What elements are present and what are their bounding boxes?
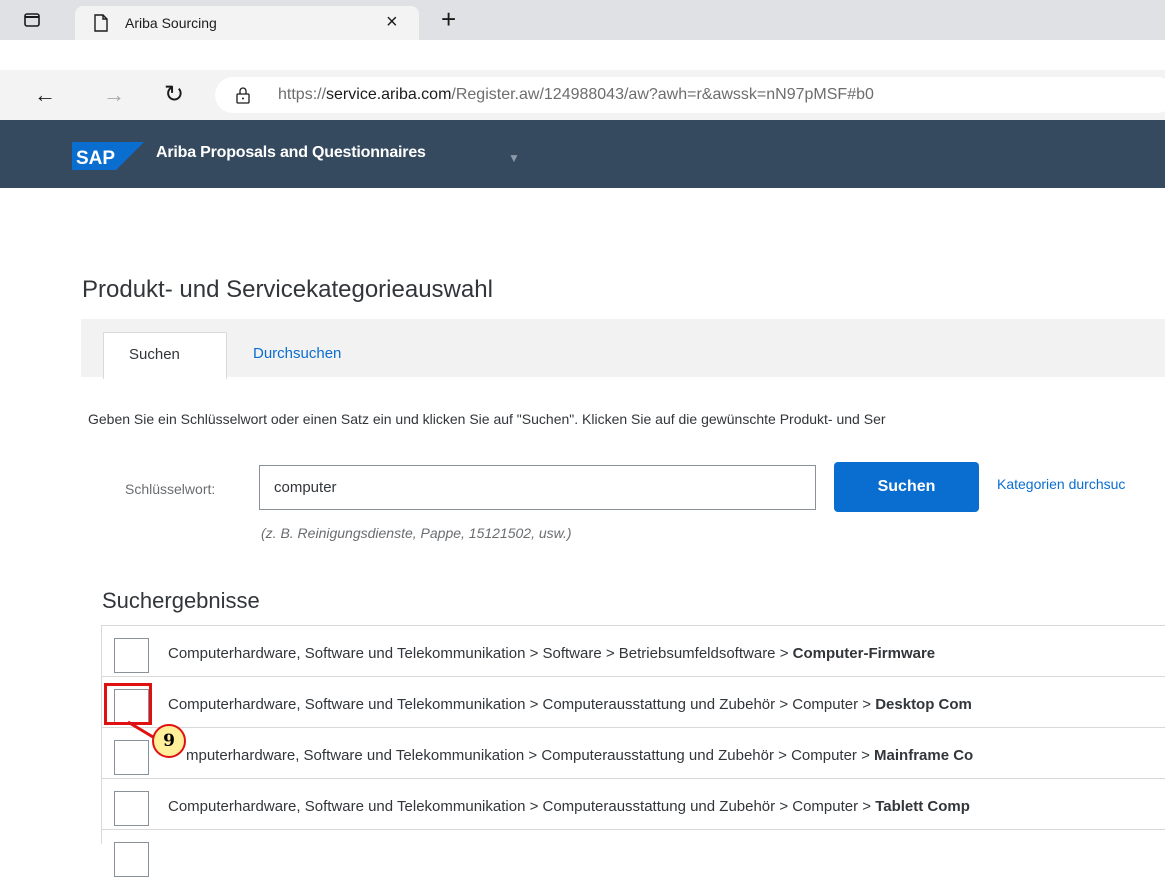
svg-text:SAP: SAP xyxy=(76,148,115,169)
tab-strip: Suchen Durchsuchen xyxy=(81,319,1165,379)
page-title: Produkt- und Servicekategorieauswahl xyxy=(82,276,493,303)
sap-logo: SAP xyxy=(72,142,144,170)
result-row[interactable] xyxy=(102,830,1165,880)
result-checkbox[interactable] xyxy=(114,791,149,826)
search-button[interactable]: Suchen xyxy=(834,462,979,512)
url-field[interactable]: https://service.ariba.com/Register.aw/12… xyxy=(215,77,1165,113)
address-bar: ← → ↻ https://service.ariba.com/Register… xyxy=(0,70,1165,120)
step-number-badge: 9 xyxy=(152,724,186,758)
tab-title: Ariba Sourcing xyxy=(125,15,217,31)
result-row[interactable]: Computerhardware, Software und Telekommu… xyxy=(102,626,1165,677)
url-text: https://service.ariba.com/Register.aw/12… xyxy=(278,86,874,103)
close-tab-icon[interactable]: × xyxy=(386,11,398,33)
results-title: Suchergebnisse xyxy=(102,588,260,613)
lock-icon[interactable] xyxy=(235,86,251,104)
back-arrow-icon[interactable]: ← xyxy=(34,82,56,108)
result-checkbox[interactable] xyxy=(114,740,149,775)
result-checkbox[interactable] xyxy=(114,842,149,877)
result-text: Computerhardware, Software und Telekommu… xyxy=(168,696,972,713)
instructions-text: Geben Sie ein Schlüsselwort oder einen S… xyxy=(88,411,886,427)
tab-search[interactable]: Suchen xyxy=(103,332,227,379)
browse-categories-link[interactable]: Kategorien durchsuc xyxy=(997,476,1125,492)
browser-tab[interactable]: Ariba Sourcing × xyxy=(75,6,419,40)
reload-icon[interactable]: ↻ xyxy=(164,80,184,109)
keyword-hint: (z. B. Reinigungsdienste, Pappe, 1512150… xyxy=(261,525,572,541)
new-tab-button[interactable]: + xyxy=(441,6,456,32)
result-row[interactable]: Computerhardware, Software und Telekommu… xyxy=(102,677,1165,728)
app-header: SAP Ariba Proposals and Questionnaires ▼ xyxy=(0,120,1165,188)
keyword-label: Schlüsselwort: xyxy=(125,481,216,497)
tab-search-label: Suchen xyxy=(129,346,180,363)
forward-arrow-icon[interactable]: → xyxy=(103,82,125,108)
app-title[interactable]: Ariba Proposals and Questionnaires xyxy=(156,144,426,162)
tab-actions-icon[interactable] xyxy=(22,10,42,30)
result-text: Computerhardware, Software und Telekommu… xyxy=(168,645,936,662)
step-highlight-box xyxy=(104,683,152,725)
result-row[interactable]: mputerhardware, Software und Telekommuni… xyxy=(102,728,1165,779)
page-icon xyxy=(94,14,108,32)
result-text: Computerhardware, Software und Telekommu… xyxy=(168,798,970,815)
chevron-down-icon[interactable]: ▼ xyxy=(508,151,520,165)
keyword-input[interactable] xyxy=(272,466,806,508)
results-table: Computerhardware, Software und Telekommu… xyxy=(101,625,1165,877)
tab-browse[interactable]: Durchsuchen xyxy=(253,345,341,362)
result-row[interactable]: Computerhardware, Software und Telekommu… xyxy=(102,779,1165,830)
result-checkbox[interactable] xyxy=(114,638,149,673)
keyword-field-wrapper xyxy=(259,465,816,510)
browser-tab-bar: Ariba Sourcing × + xyxy=(0,0,1165,40)
result-text: mputerhardware, Software und Telekommuni… xyxy=(186,747,974,764)
